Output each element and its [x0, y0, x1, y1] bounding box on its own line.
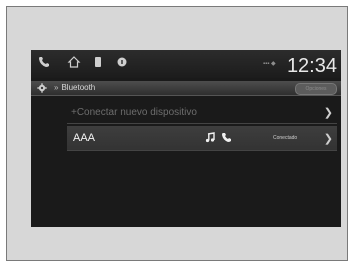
connect-new-device-item[interactable]: +Conectar nuevo dispositivo ❯ — [67, 103, 337, 124]
connection-status: Conectado — [273, 135, 298, 141]
options-button[interactable]: Opciones — [295, 83, 337, 95]
page-title: Bluetooth — [61, 83, 96, 92]
signal-indicator: ▪▪▪ ◆ — [263, 61, 276, 67]
status-bar: ▪▪▪ ◆ 12:34 — [31, 50, 341, 78]
device-profile-icons — [205, 132, 232, 143]
clock: 12:34 — [286, 55, 337, 77]
device-icon[interactable] — [91, 55, 105, 69]
phone-icon — [221, 132, 232, 143]
connect-new-device-label: +Conectar nuevo dispositivo — [71, 107, 197, 118]
home-icon[interactable] — [67, 55, 81, 69]
device-item[interactable]: AAA Conectado ❯ — [67, 126, 337, 151]
infotainment-screen: ▪▪▪ ◆ 12:34 » Bluetooth Opciones +Conecta… — [31, 50, 341, 227]
music-icon — [205, 132, 216, 143]
gear-icon[interactable] — [37, 83, 47, 93]
chevron-right-icon: ❯ — [323, 107, 333, 119]
info-icon[interactable] — [115, 55, 129, 69]
screenshot-frame: ▪▪▪ ◆ 12:34 » Bluetooth Opciones +Conecta… — [6, 6, 348, 261]
phone-icon[interactable] — [37, 55, 51, 69]
device-name: AAA — [73, 132, 96, 144]
page-header: » Bluetooth Opciones — [31, 81, 341, 96]
breadcrumb: » Bluetooth — [54, 83, 95, 93]
breadcrumb-arrow-icon: » — [54, 83, 59, 92]
chevron-right-icon: ❯ — [323, 133, 333, 145]
